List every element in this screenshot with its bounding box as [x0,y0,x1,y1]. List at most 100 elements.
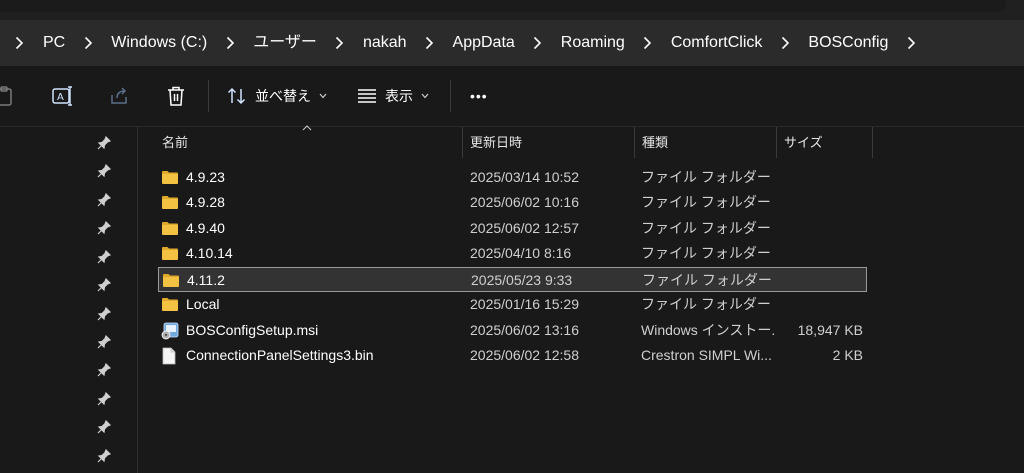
sort-label: 並べ替え [255,88,311,104]
pin-icon[interactable] [97,250,111,264]
command-bar: A 並べ替え 表示 ••• [0,66,1024,127]
breadcrumb-item-drive[interactable]: Windows (C:) [105,20,213,66]
file-type: ファイル フォルダー [641,220,771,236]
file-modified-date: 2025/06/02 12:57 [470,220,579,236]
file-type: ファイル フォルダー [642,272,772,288]
file-row[interactable]: 4.10.14 2025/04/10 8:16 ファイル フォルダー [158,241,867,266]
column-headers: 名前 更新日時 種類 サイズ [138,125,1024,158]
pin-icon[interactable] [97,307,111,321]
chevron-down-icon [421,93,429,99]
file-modified-date: 2025/01/16 15:29 [470,296,579,312]
clipboard-icon [0,86,12,106]
file-name: BOSConfigSetup.msi [186,322,319,338]
file-row[interactable]: ConnectionPanelSettings3.bin 2025/06/02 1… [158,343,867,368]
folder-icon [161,194,179,210]
column-header-type[interactable]: 種類 [634,127,776,158]
share-icon [111,87,127,104]
delete-button[interactable] [166,66,186,126]
tab-strip [0,0,1006,12]
sort-button[interactable]: 並べ替え [227,66,327,126]
file-modified-date: 2025/06/02 12:58 [470,347,579,363]
breadcrumb-item-user[interactable]: nakah [357,20,413,66]
column-header-modified[interactable]: 更新日時 [462,127,634,158]
chevron-right-icon[interactable] [0,20,27,66]
pin-icon[interactable] [97,278,111,292]
file-size: 2 KB [832,347,863,363]
share-button[interactable] [109,66,129,126]
pin-icon[interactable] [97,420,111,434]
chevron-right-icon[interactable] [71,20,105,66]
column-header-size[interactable]: サイズ [776,127,872,158]
view-label: 表示 [385,88,413,104]
rename-icon: A [52,86,72,106]
chevron-right-icon[interactable] [768,20,802,66]
pin-icon[interactable] [97,335,111,349]
file-icon [161,347,179,365]
chevron-right-icon[interactable] [894,20,928,66]
pin-icon[interactable] [97,363,111,377]
chevron-right-icon[interactable] [631,20,665,66]
file-modified-date: 2025/05/23 9:33 [471,272,573,288]
toolbar-divider [208,80,209,112]
pin-icon[interactable] [97,136,111,150]
file-name: Local [186,296,220,312]
chevron-right-icon[interactable] [413,20,447,66]
pin-icon[interactable] [97,221,111,235]
file-type: Crestron SIMPL Wi... [641,347,772,363]
chevron-down-icon [319,93,327,99]
pin-icon[interactable] [97,392,111,406]
file-modified-date: 2025/04/10 8:16 [470,245,572,261]
msi-installer-icon [161,322,179,340]
file-row[interactable]: 4.9.40 2025/06/02 12:57 ファイル フォルダー [158,216,867,241]
breadcrumb-item-appdata[interactable]: AppData [447,20,521,66]
file-name: ConnectionPanelSettings3.bin [186,347,374,363]
file-modified-date: 2025/03/14 10:52 [470,169,579,185]
navigation-pane [0,127,138,473]
pin-icon[interactable] [97,164,111,178]
file-modified-date: 2025/06/02 13:16 [470,322,579,338]
breadcrumb-item-pc[interactable]: PC [37,20,71,66]
more-options-label: ••• [470,88,488,104]
breadcrumb-item-comfortclick[interactable]: ComfortClick [665,20,769,66]
chevron-right-icon[interactable] [521,20,555,66]
file-list: 名前 更新日時 種類 サイズ 4.9.23 2025/03/14 10:52 ファイ… [138,125,1024,473]
file-row[interactable]: 4.11.2 2025/05/23 9:33 ファイル フォルダー [158,267,867,292]
file-type: Windows インストー... [641,322,776,338]
file-name: 4.11.2 [187,272,225,288]
pin-icon[interactable] [97,449,111,463]
file-type: ファイル フォルダー [641,169,771,185]
title-bar [0,0,1024,20]
rename-button[interactable]: A [52,66,74,126]
file-row[interactable]: 4.9.23 2025/03/14 10:52 ファイル フォルダー [158,165,867,190]
file-name: 4.10.14 [186,245,233,261]
file-row[interactable]: 4.9.28 2025/06/02 10:16 ファイル フォルダー [158,190,867,215]
chevron-right-icon[interactable] [213,20,247,66]
pin-icon[interactable] [97,193,111,207]
file-name: 4.9.40 [186,220,225,236]
file-modified-date: 2025/06/02 10:16 [470,194,579,210]
breadcrumb-item-bosconfig[interactable]: BOSConfig [802,20,894,66]
file-name: 4.9.23 [186,169,225,185]
chevron-right-icon[interactable] [323,20,357,66]
column-divider[interactable] [872,127,873,158]
folder-icon [162,272,180,288]
address-bar[interactable]: PC Windows (C:) ユーザー nakah AppData Roami… [0,20,1024,66]
breadcrumb-item-roaming[interactable]: Roaming [555,20,631,66]
file-size: 18,947 KB [797,322,863,338]
paste-button[interactable] [0,66,14,126]
file-row[interactable]: Local 2025/01/16 15:29 ファイル フォルダー [158,292,867,317]
folder-icon [161,245,179,261]
more-options-button[interactable]: ••• [470,66,488,126]
svg-text:A: A [57,92,64,103]
folder-icon [161,220,179,236]
view-button[interactable]: 表示 [357,66,429,126]
sort-icon [227,87,246,105]
breadcrumb: PC Windows (C:) ユーザー nakah AppData Roami… [0,20,928,66]
column-header-name[interactable]: 名前 [154,127,462,158]
file-row[interactable]: BOSConfigSetup.msi 2025/06/02 13:16 Window… [158,318,867,343]
toolbar-divider [450,80,451,112]
trash-icon [168,86,184,106]
breadcrumb-item-users[interactable]: ユーザー [247,20,323,66]
list-view-icon [358,89,376,103]
folder-icon [161,296,179,312]
